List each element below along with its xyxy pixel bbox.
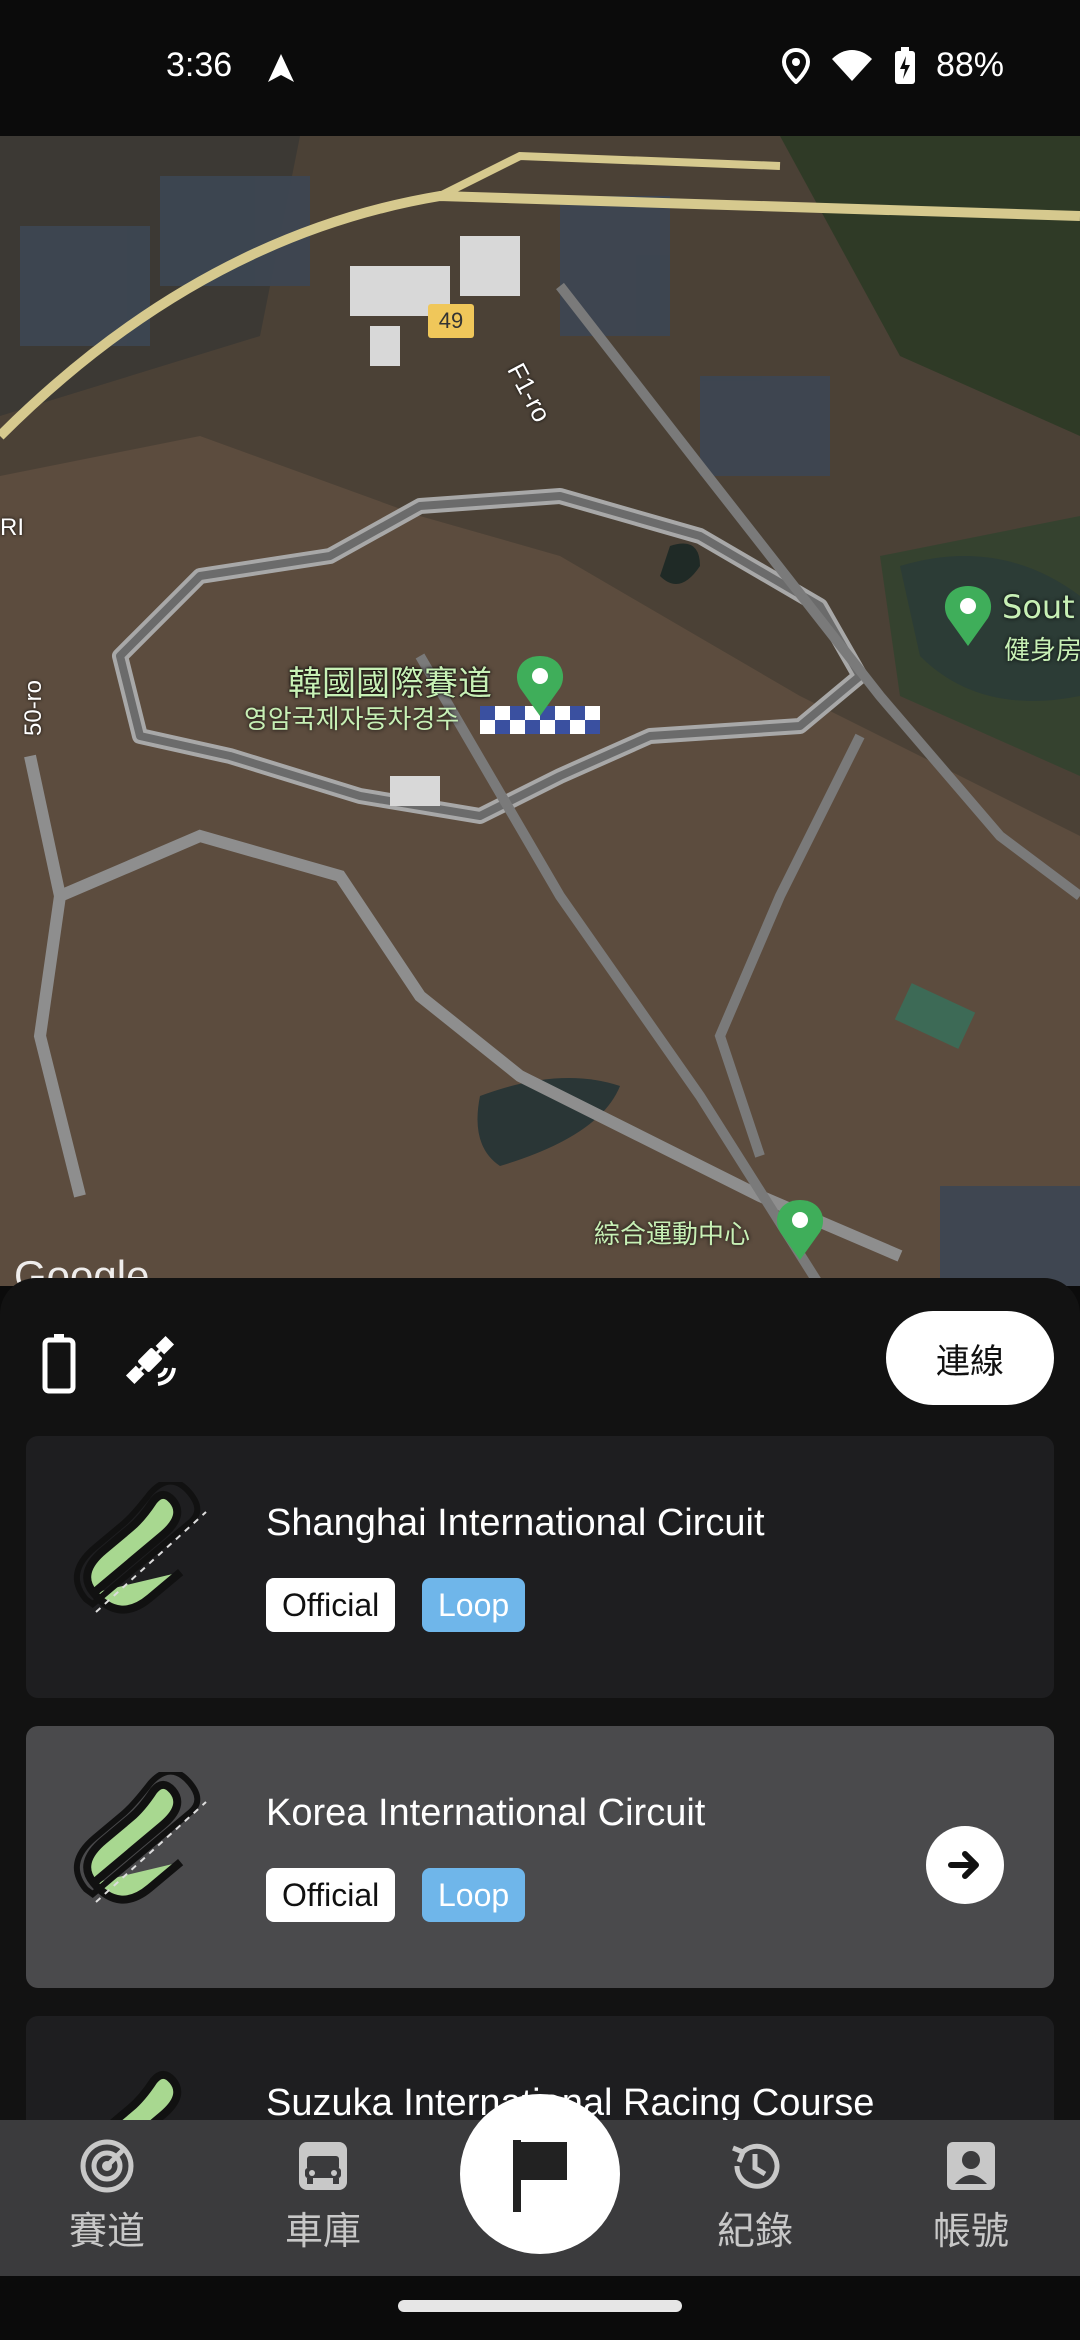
battery-icon[interactable] bbox=[42, 1334, 76, 1394]
place-label-gym[interactable]: 健身房 bbox=[1004, 630, 1080, 667]
system-navigation-bar bbox=[0, 2276, 1080, 2340]
track-thumbnail-icon bbox=[73, 1772, 207, 1904]
nav-label: 紀錄 bbox=[716, 2209, 793, 2253]
connect-button[interactable]: 連線 bbox=[886, 1311, 1054, 1405]
nav-item-tracks[interactable]: 賽道 bbox=[32, 2138, 182, 2255]
battery-percent: 88% bbox=[935, 46, 1004, 84]
tag-loop: Loop bbox=[422, 1868, 526, 1922]
track-thumbnail-icon bbox=[83, 2070, 182, 2120]
nav-item-garage[interactable]: 車庫 bbox=[248, 2138, 398, 2255]
location-icon bbox=[781, 47, 810, 84]
road-label-left: 50-ro bbox=[20, 679, 47, 736]
status-time: 3:36 bbox=[166, 46, 233, 84]
garage-car-icon bbox=[299, 2142, 347, 2190]
map-imagery bbox=[0, 136, 1080, 1286]
track-radar-icon bbox=[80, 2139, 134, 2193]
nav-label: 賽道 bbox=[68, 2209, 145, 2253]
track-thumbnail-icon bbox=[73, 1482, 207, 1614]
tag-official: Official bbox=[266, 1578, 396, 1632]
nav-label: 帳號 bbox=[932, 2209, 1009, 2253]
navigation-arrow-icon bbox=[268, 54, 294, 82]
road-label-ri: RI bbox=[0, 514, 24, 541]
track-card-shanghai[interactable]: Shanghai International Circuit Official … bbox=[26, 1436, 1054, 1698]
place-label-korea-circuit-korean[interactable]: 영암국제자동차경주 bbox=[244, 699, 459, 736]
track-name: Shanghai International Circuit bbox=[266, 1502, 765, 1544]
satellite-map[interactable]: 49 F1-ro 50-ro RI 韓國國際賽道 영암국제자동차경주 綜合運動中… bbox=[0, 136, 1080, 1286]
place-label-sports-center[interactable]: 綜合運動中心 bbox=[594, 1214, 750, 1251]
account-icon bbox=[947, 2142, 995, 2190]
status-bar: 3:36 88% bbox=[0, 0, 1080, 136]
wifi-icon bbox=[831, 49, 872, 81]
nav-item-start-session[interactable] bbox=[460, 2094, 620, 2254]
status-icons: 88% bbox=[781, 46, 1004, 85]
device-toolbar: 連線 bbox=[0, 1278, 1080, 1428]
road-shield-49: 49 bbox=[428, 304, 474, 338]
place-label-korea-circuit[interactable]: 韓國國際賽道 bbox=[288, 656, 492, 705]
nav-item-history[interactable]: 紀錄 bbox=[680, 2138, 830, 2255]
flag-icon bbox=[513, 2140, 567, 2212]
place-label-south[interactable]: Sout bbox=[1002, 588, 1075, 626]
tag-official: Official bbox=[266, 1868, 396, 1922]
track-name: Korea International Circuit bbox=[266, 1792, 706, 1834]
history-icon bbox=[732, 2143, 780, 2189]
arrow-right-icon bbox=[948, 1851, 979, 1879]
battery-charging-icon bbox=[894, 46, 915, 84]
nav-item-account[interactable]: 帳號 bbox=[896, 2138, 1046, 2255]
home-gesture-pill[interactable] bbox=[398, 2300, 682, 2312]
open-track-button[interactable] bbox=[926, 1826, 1004, 1904]
satellite-icon[interactable] bbox=[118, 1328, 182, 1392]
bottom-navigation: 賽道 車庫 紀錄 帳號 bbox=[0, 2094, 1080, 2276]
tag-loop: Loop bbox=[422, 1578, 526, 1632]
track-bottom-sheet: 連線 Shanghai International Circuit Offici… bbox=[0, 1278, 1080, 2120]
track-card-korea[interactable]: Korea International Circuit Official Loo… bbox=[26, 1726, 1054, 1988]
nav-label: 車庫 bbox=[284, 2209, 361, 2253]
